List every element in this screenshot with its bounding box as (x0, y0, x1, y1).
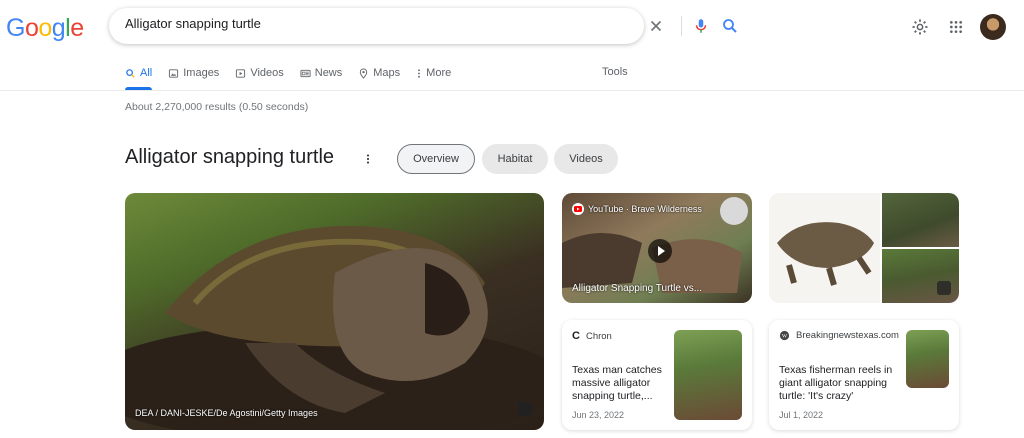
play-icon (658, 246, 665, 256)
tab-label: More (426, 67, 452, 79)
tab-maps[interactable]: Maps (358, 60, 400, 86)
play-button[interactable] (648, 239, 672, 263)
image-source-icon (518, 402, 532, 416)
tab-label: Videos (250, 67, 284, 79)
image-grid[interactable] (769, 193, 959, 303)
news-source: C Chron (572, 330, 612, 342)
video-play-icon (236, 68, 246, 78)
news-source: W Breakingnewstexas.com (779, 330, 899, 341)
video-source-label: YouTube · Brave Wilderness (588, 204, 702, 214)
turtle-side-illustration (777, 222, 874, 286)
map-pin-icon (360, 67, 368, 79)
settings-button[interactable] (911, 18, 929, 41)
search-tabs: All Images Videos News Maps More (125, 60, 467, 90)
logo-letter: o (38, 14, 52, 42)
google-apps-button[interactable] (948, 19, 964, 40)
news-date: Jun 23, 2022 (572, 410, 625, 420)
man-holding-turtle-image[interactable] (882, 249, 959, 303)
search-box (109, 8, 737, 44)
search-input[interactable] (125, 16, 525, 31)
video-title: Alligator Snapping Turtle vs... (572, 283, 703, 294)
tab-label: All (140, 67, 153, 79)
knowledge-panel-title: Alligator snapping turtle (125, 146, 335, 168)
main-turtle-image[interactable]: DEA / DANI-JESKE/De Agostini/Getty Image… (125, 193, 544, 430)
news-source-label: Breakingnewstexas.com (796, 330, 899, 341)
turtle-side-image[interactable] (769, 193, 880, 303)
apps-grid-icon (950, 21, 962, 33)
tab-all[interactable]: All (125, 60, 153, 90)
header-divider (0, 90, 1024, 91)
image-source-icon (937, 281, 951, 295)
logo-letter: G (6, 14, 25, 42)
tab-label: Maps (373, 67, 401, 79)
wordpress-icon: W (779, 330, 790, 341)
microphone-icon (695, 19, 707, 33)
tab-label: News (314, 67, 343, 79)
news-title: Texas man catches massive alligator snap… (572, 364, 662, 402)
more-vertical-icon (367, 154, 369, 164)
video-source: YouTube · Brave Wilderness (572, 203, 702, 215)
logo-letter: o (24, 14, 39, 42)
search-button[interactable] (721, 17, 739, 35)
news-thumbnail (906, 330, 949, 388)
chip-videos[interactable]: Videos (554, 144, 618, 174)
chip-overview[interactable]: Overview (397, 144, 475, 174)
news-source-label: Chron (585, 330, 612, 342)
news-thumbnail (674, 330, 742, 420)
news-title: Texas fisherman reels in giant alligator… (779, 364, 893, 402)
image-credit: DEA / DANI-JESKE/De Agostini/Getty Image… (135, 408, 318, 418)
turtle-photo-illustration (125, 226, 544, 430)
chip-habitat[interactable]: Habitat (482, 144, 548, 174)
image-icon (169, 68, 179, 78)
logo-letter: e (70, 14, 84, 42)
chron-logo-icon: C (572, 330, 580, 342)
tab-more[interactable]: More (416, 60, 451, 86)
search-icon (723, 19, 737, 33)
more-vertical-icon (418, 68, 421, 78)
youtube-icon (572, 203, 584, 215)
turtle-closeup-image[interactable] (882, 193, 959, 247)
video-card[interactable]: YouTube · Brave Wilderness Alligator Sna… (562, 193, 752, 303)
tab-images[interactable]: Images (168, 60, 219, 86)
logo-letter: g (51, 14, 66, 42)
close-icon (650, 20, 662, 32)
tab-videos[interactable]: Videos (235, 60, 284, 86)
search-icon (126, 68, 135, 78)
tools-button[interactable]: Tools (602, 66, 628, 78)
tab-news[interactable]: News (300, 60, 343, 86)
google-logo[interactable]: Google (6, 14, 84, 43)
news-card[interactable]: C Chron Texas man catches massive alliga… (562, 320, 752, 430)
news-date: Jul 1, 2022 (779, 410, 824, 420)
search-divider (681, 16, 682, 36)
account-avatar[interactable] (980, 14, 1006, 40)
knowledge-panel-more-button[interactable] (366, 152, 370, 170)
result-stats: About 2,270,000 results (0.50 seconds) (125, 101, 309, 113)
news-icon (300, 69, 311, 77)
svg-text:W: W (782, 333, 788, 339)
news-card[interactable]: W Breakingnewstexas.com Texas fisherman … (769, 320, 959, 430)
tab-label: Images (183, 67, 220, 79)
clear-button[interactable] (647, 17, 665, 35)
voice-search-button[interactable] (692, 17, 710, 35)
gear-icon (912, 19, 928, 35)
